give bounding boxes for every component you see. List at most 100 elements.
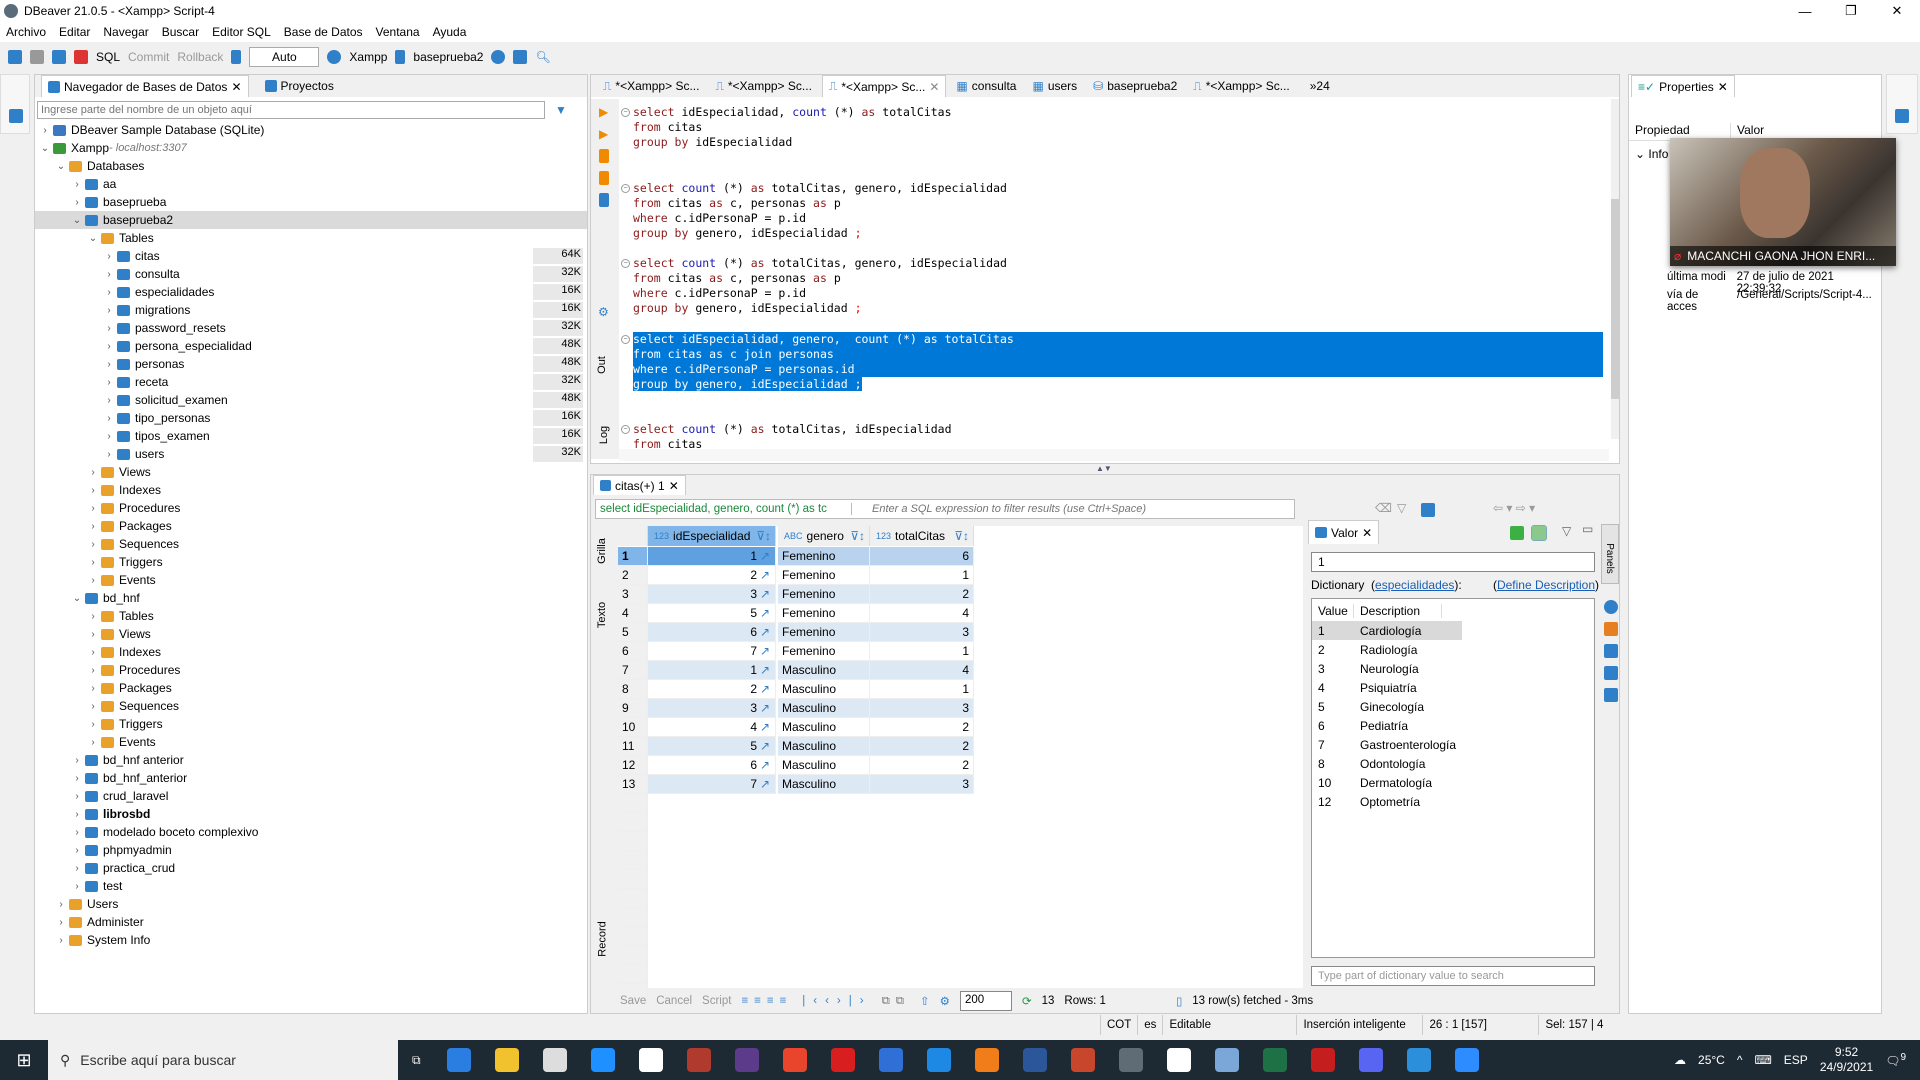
save-value-icon[interactable]	[1510, 526, 1524, 540]
results-grid[interactable]: 123 idEspecialidad ⊽↕ ABC genero ⊽↕ 123 totalCi…	[618, 526, 1303, 1003]
foreign-key-link-icon[interactable]: ↗	[760, 663, 770, 677]
export-icon[interactable]: ⇧	[920, 994, 930, 1008]
tree-item[interactable]: › migrations 16K	[35, 301, 587, 319]
foreign-key-link-icon[interactable]: ↗	[760, 720, 770, 734]
row-number[interactable]: 6	[618, 642, 648, 661]
cell-totalCitas[interactable]: 4	[870, 604, 974, 623]
windows-start-icon[interactable]: ⊞	[0, 1050, 48, 1071]
dictionary-row[interactable]: 2 Radiología	[1312, 640, 1594, 659]
column-sort-filter-icon[interactable]: ⊽↕	[954, 529, 969, 543]
editor-tab[interactable]: ▦ users	[1026, 75, 1083, 97]
taskbar-app-icon[interactable]	[1070, 1048, 1095, 1072]
fold-toggle-icon[interactable]: −	[621, 183, 630, 193]
taskbar-app-icon[interactable]	[878, 1048, 903, 1072]
row-number[interactable]: 8	[618, 680, 648, 699]
cell-totalCitas[interactable]: 1	[870, 566, 974, 585]
editor-horizontal-scrollbar[interactable]	[619, 449, 1609, 461]
panels-toggle[interactable]: Panels	[1601, 524, 1619, 584]
cell-idEspecialidad[interactable]: 7	[648, 775, 776, 794]
cell-totalCitas[interactable]: 3	[870, 699, 974, 718]
tree-item[interactable]: › crud_laravel	[35, 787, 587, 805]
foreign-key-link-icon[interactable]: ↗	[760, 777, 770, 791]
taskbar-app-icon[interactable]	[782, 1048, 807, 1072]
metadata-icon[interactable]	[1604, 600, 1618, 614]
search-icon[interactable]: 🔍︎	[535, 50, 550, 64]
menu-ventana[interactable]: Ventana	[376, 25, 420, 39]
foreign-key-link-icon[interactable]: ↗	[760, 758, 770, 772]
column-sort-filter-icon[interactable]: ⊽↕	[756, 529, 771, 543]
value-viewer-icon[interactable]	[1604, 688, 1618, 702]
foreign-key-link-icon[interactable]: ↗	[760, 587, 770, 601]
tree-item[interactable]: › Views	[35, 463, 587, 481]
taskbar-app-icon[interactable]	[542, 1048, 567, 1072]
dictionary-row[interactable]: 3 Neurología	[1312, 659, 1594, 678]
tree-item[interactable]: › Procedures	[35, 661, 587, 679]
fetch-settings-gear-icon[interactable]: ⚙	[940, 994, 950, 1008]
tree-item[interactable]: › Packages	[35, 679, 587, 697]
expand-chevron-icon[interactable]: ›	[103, 431, 115, 442]
output-panel-toggle[interactable]: Out	[596, 356, 608, 374]
explain-plan-icon[interactable]	[599, 193, 609, 207]
expand-chevron-icon[interactable]: ⌄	[87, 233, 99, 244]
tree-item[interactable]: › System Info	[35, 931, 587, 949]
tree-item[interactable]: › bd_hnf_anterior	[35, 769, 587, 787]
tree-item[interactable]: › aa	[35, 175, 587, 193]
dictionary-row[interactable]: 6 Pediatría	[1312, 716, 1594, 735]
taskbar-app-icon[interactable]	[1262, 1048, 1287, 1072]
column-header-totalCitas[interactable]: 123 totalCitas ⊽↕	[870, 526, 974, 546]
editor-tab[interactable]: ⎍ *<Xampp> Sc...	[1187, 75, 1295, 97]
expand-chevron-icon[interactable]: ›	[87, 503, 99, 514]
expand-chevron-icon[interactable]: ›	[55, 899, 67, 910]
navigator-restore-icon[interactable]	[9, 109, 23, 123]
menu-archivo[interactable]: Archivo	[6, 25, 46, 39]
close-icon[interactable]: ✕	[669, 479, 679, 493]
taskbar-app-icon[interactable]	[446, 1048, 471, 1072]
close-icon[interactable]: ✕	[1718, 80, 1728, 94]
layout-icons[interactable]: ⧉⧉	[882, 995, 910, 1008]
cell-totalCitas[interactable]: 2	[870, 756, 974, 775]
expand-chevron-icon[interactable]: ›	[71, 773, 83, 784]
expand-chevron-icon[interactable]: ›	[103, 323, 115, 334]
task-view-icon[interactable]: ⧉	[412, 1053, 421, 1068]
foreign-key-link-icon[interactable]: ↗	[760, 701, 770, 715]
tree-item[interactable]: › Tables	[35, 607, 587, 625]
expand-chevron-icon[interactable]: ›	[103, 377, 115, 388]
expand-chevron-icon[interactable]: ›	[71, 755, 83, 766]
weather-icon[interactable]: ☁	[1674, 1053, 1686, 1067]
cell-totalCitas[interactable]: 2	[870, 718, 974, 737]
menu-ayuda[interactable]: Ayuda	[433, 25, 467, 39]
expand-chevron-icon[interactable]: ›	[87, 719, 99, 730]
cell-idEspecialidad[interactable]: 7	[648, 642, 776, 661]
menu-navegar[interactable]: Navegar	[103, 25, 148, 39]
results-tab[interactable]: citas(+) 1 ✕	[593, 475, 686, 495]
tree-item[interactable]: ⌄ Xampp - localhost:3307	[35, 139, 587, 157]
new-connection-icon[interactable]	[8, 50, 22, 64]
close-icon[interactable]: ✕	[929, 80, 939, 94]
tree-item[interactable]: › Views	[35, 625, 587, 643]
tree-item[interactable]: › Indexes	[35, 481, 587, 499]
tree-item[interactable]: › DBeaver Sample Database (SQLite)	[35, 121, 587, 139]
tray-expand-icon[interactable]: ^	[1737, 1053, 1743, 1067]
editor-tab[interactable]: ⎍ *<Xampp> Sc...	[597, 75, 705, 97]
sql-editor-button[interactable]: SQL	[96, 50, 120, 64]
expand-chevron-icon[interactable]: ⌄	[71, 215, 83, 226]
row-number[interactable]: 4	[618, 604, 648, 623]
tree-item[interactable]: › phpmyadmin	[35, 841, 587, 859]
expand-chevron-icon[interactable]: ›	[103, 251, 115, 262]
cell-idEspecialidad[interactable]: 1	[648, 661, 776, 680]
cell-totalCitas[interactable]: 2	[870, 585, 974, 604]
close-icon[interactable]: ✕	[1362, 526, 1372, 540]
expand-chevron-icon[interactable]: ›	[71, 827, 83, 838]
cell-totalCitas[interactable]: 1	[870, 642, 974, 661]
table-row[interactable]: 56 ↗ Femenino 3	[618, 623, 1303, 642]
taskbar-app-icon[interactable]	[686, 1048, 711, 1072]
dictionary-row[interactable]: 7 Gastroenterología	[1312, 735, 1594, 754]
expand-chevron-icon[interactable]: ›	[103, 359, 115, 370]
expand-chevron-icon[interactable]: ›	[87, 611, 99, 622]
cell-idEspecialidad[interactable]: 2	[648, 680, 776, 699]
tree-item[interactable]: › personas 48K	[35, 355, 587, 373]
tree-item[interactable]: › solicitud_examen 48K	[35, 391, 587, 409]
menu-buscar[interactable]: Buscar	[162, 25, 199, 39]
cell-genero[interactable]: Masculino	[778, 718, 870, 737]
define-description-link[interactable]: Define Description	[1497, 578, 1595, 592]
